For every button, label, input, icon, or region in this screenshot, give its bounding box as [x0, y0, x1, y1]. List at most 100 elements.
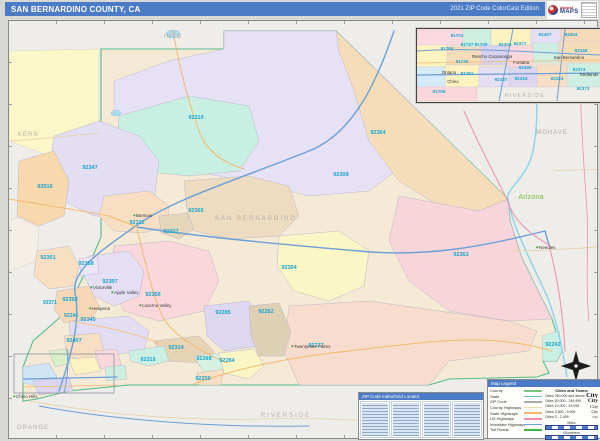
page-title: SAN BERNARDINO COUNTY, CA: [11, 4, 141, 14]
inset-city-label-rancho-cucamonga: Rancho Cucamonga: [472, 54, 513, 59]
zip-label-92285: 92285: [215, 310, 230, 316]
zip-label-91701: 91701: [451, 33, 464, 38]
inset-city-label-redlands: Redlands: [580, 72, 599, 77]
legend-label: County: [490, 388, 503, 394]
inset-zip-area-17: [416, 86, 478, 102]
zip-index-column-3: [421, 401, 452, 438]
city-label-hesperia: Hesperia: [92, 306, 111, 311]
zip-label-92364: 92364: [370, 130, 386, 136]
town-dot-chino-hills: [13, 395, 16, 398]
legend-label: US Highways: [490, 416, 515, 422]
zip-index-columns: [359, 400, 483, 439]
zip-label-92392: 92392: [62, 297, 77, 303]
city-class-sample: City: [587, 398, 598, 404]
zip-region: [104, 364, 128, 382]
zip-label-92347: 92347: [82, 165, 97, 171]
zip-label-92356: 92356: [145, 292, 160, 298]
map-page: SAN BERNARDINO COUNTY, CA 2021 ZIP Code …: [0, 0, 600, 441]
legend-label: Interstate Highways: [490, 421, 526, 427]
zip-label-92311: 92311: [130, 220, 145, 226]
county-label-inyo: INYO: [164, 34, 183, 40]
city-class-label: Cities 250,000 and above: [545, 393, 585, 398]
city-label-chino-hills: Chino Hills: [16, 394, 38, 399]
edition-label: 2021 ZIP Code ColorCast Edition: [450, 6, 539, 12]
town-dot-lucerne-valley: [139, 304, 142, 307]
lake-1: [110, 109, 122, 117]
zip-label-91761: 91761: [461, 71, 474, 76]
city-class-label: Cities 2,500 - 9,999: [545, 409, 576, 414]
zip-label-91709: 91709: [433, 89, 446, 94]
legend-body: County State ZIP Code County Highways State …: [488, 387, 600, 441]
zip-index-title: ZIP Code Index/Grid Locator: [359, 393, 483, 400]
city-label-twentynine-palms: Twentynine Palms: [294, 344, 331, 349]
legend-title: Map Legend: [488, 380, 600, 387]
legend-cities-column: Cities and Towns Cities 250,000 and abov…: [545, 388, 598, 440]
zip-label-92314: 92314: [168, 345, 184, 351]
legend-row-toll-roads: Toll Roads: [490, 427, 542, 433]
inset-zip-area-11: [416, 66, 446, 88]
legend-scalebars: Miles Kilometers: [545, 421, 598, 440]
city-label-apple-valley: Apple Valley: [114, 290, 139, 295]
inset-city-label-fontana: Fontana: [513, 60, 530, 65]
state-label-arizona: Arizona: [518, 192, 544, 201]
town-dot-twentynine-palms: [291, 345, 294, 348]
city-class-label: Cities 10,000 - 49,999: [545, 404, 580, 409]
marketmaps-logo: Market MAPS: [547, 1, 598, 19]
city-label-barstow: Barstow: [136, 213, 153, 218]
legend-box: Map Legend County State ZIP Code County Hig…: [487, 379, 600, 441]
town-dot-hesperia: [89, 307, 92, 310]
inset-city-label-chino: Chino: [447, 79, 459, 84]
inset-map-metro: 91701 92407 92404 91737 91739 92336 92377 91764…: [416, 28, 600, 103]
zip-label-92242: 92242: [545, 342, 560, 348]
legend-line-swatch: [524, 412, 542, 414]
city-label-victorville: Victorville: [93, 285, 113, 290]
zip-index-column-1: [360, 401, 390, 438]
inset-city-label-san-bernardino: San Bernardino: [554, 55, 585, 60]
inset-county-label-riverside: RIVERSIDE: [505, 93, 545, 99]
legend-city-class-row: Cities 0 - 2,499 City: [545, 415, 598, 420]
legend-city-class-row: Cities 50,000 - 249,999 City: [545, 398, 598, 403]
zip-index-box: ZIP Code Index/Grid Locator: [358, 392, 484, 440]
zip-label-92337: 92337: [495, 77, 508, 82]
legend-city-classes: Cities 250,000 and above City Cities 50,00…: [545, 393, 598, 420]
inset-map-svg: 91701 92407 92404 91737 91739 92336 92377 91764…: [416, 28, 600, 102]
zip-label-92377: 92377: [514, 41, 527, 46]
county-label-san-bernardino: SAN BERNARDINO: [215, 216, 297, 222]
city-class-sample: City: [591, 409, 598, 414]
zip-label-92316: 92316: [515, 76, 528, 81]
zip-label-92368: 92368: [78, 261, 93, 267]
zip-label-92324: 92324: [551, 76, 564, 81]
city-label-needles: Needles: [539, 245, 556, 250]
logo-text-bottom: MAPS: [560, 9, 579, 15]
header-bar: SAN BERNARDINO COUNTY, CA 2021 ZIP Code …: [5, 2, 545, 16]
compass-center: [573, 363, 579, 369]
zip-label-92371: 92371: [43, 300, 57, 306]
legend-line-swatch: [524, 395, 542, 398]
frame-ticks-left: [9, 21, 12, 438]
zip-label-92363: 92363: [453, 252, 468, 258]
zip-label-92310: 92310: [188, 115, 203, 121]
town-dot-needles: [536, 246, 539, 249]
logo-swirl-icon: [548, 5, 558, 15]
zip-label-92346: 92346: [575, 48, 588, 53]
county-label-orange: ORANGE: [17, 425, 49, 431]
map-canvas: KERN INYO MOHAVE SAN BERNARDINO RIVERSIDE ORA…: [8, 20, 600, 441]
zip-label-91739: 91739: [475, 42, 488, 47]
zip-label-92345: 92345: [80, 317, 95, 323]
zip-label-92315: 92315: [140, 357, 155, 363]
logo-wordmark: Market MAPS: [560, 6, 579, 16]
legend-line-swatch: [524, 417, 542, 420]
zip-label-92407: 92407: [66, 338, 81, 344]
inset-city-label-ontario: Ontario: [442, 70, 457, 75]
legend-label: County Highways: [490, 405, 522, 411]
legend-label: State Highways: [490, 410, 518, 416]
zip-label-92335: 92335: [519, 65, 532, 70]
zip-label-92344: 92344: [64, 313, 78, 319]
zip-label-92407: 92407: [539, 32, 552, 37]
city-class-sample: City: [592, 415, 599, 420]
legend-label: State: [490, 393, 500, 399]
legend-line-swatch: [525, 423, 542, 426]
legend-line-swatch: [524, 390, 542, 392]
legend-label: ZIP Code: [490, 399, 507, 405]
legend-city-class-row: Cities 10,000 - 49,999 City: [545, 404, 598, 409]
